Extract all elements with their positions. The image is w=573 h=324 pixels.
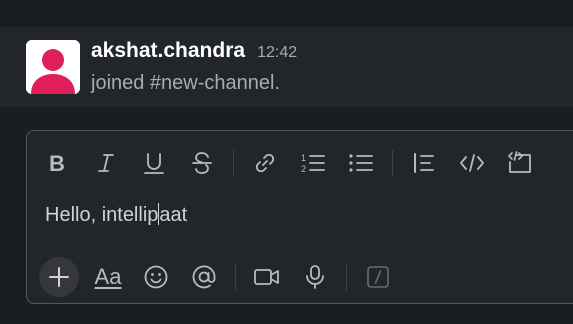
microphone-button[interactable] bbox=[298, 260, 332, 294]
emoji-button[interactable] bbox=[139, 260, 173, 294]
emoji-icon bbox=[144, 265, 168, 289]
composer-actions-toolbar: Aa bbox=[39, 257, 409, 297]
avatar[interactable] bbox=[26, 40, 80, 94]
shortcut-icon bbox=[367, 266, 389, 288]
attach-button[interactable] bbox=[39, 257, 79, 297]
toolbar-divider bbox=[233, 150, 234, 176]
mention-button[interactable] bbox=[187, 260, 221, 294]
bulleted-list-button[interactable] bbox=[344, 146, 378, 180]
message-header: akshat.chandra 12:42 bbox=[91, 39, 297, 63]
message-composer[interactable]: B 1 2 Hello, intellipaat Aa bbox=[26, 130, 573, 304]
microphone-icon bbox=[306, 265, 324, 289]
toolbar-divider bbox=[235, 263, 236, 291]
underline-button[interactable] bbox=[137, 146, 171, 180]
code-button[interactable] bbox=[455, 146, 489, 180]
formatting-toolbar: B 1 2 bbox=[41, 146, 551, 180]
code-block-icon bbox=[508, 151, 531, 173]
input-text-before-caret: Hello, intellip bbox=[45, 204, 159, 226]
username[interactable]: akshat.chandra bbox=[91, 39, 245, 63]
mention-icon bbox=[192, 265, 216, 289]
bulleted-list-icon bbox=[349, 154, 373, 172]
text-format-button[interactable]: Aa bbox=[91, 260, 125, 294]
svg-text:1: 1 bbox=[301, 153, 306, 163]
blockquote-icon bbox=[414, 153, 434, 173]
svg-text:2: 2 bbox=[301, 164, 306, 174]
video-icon bbox=[254, 269, 279, 285]
svg-text:B: B bbox=[49, 152, 65, 174]
top-strip bbox=[0, 0, 573, 27]
text-format-label: Aa bbox=[94, 264, 122, 289]
strikethrough-icon bbox=[192, 152, 212, 174]
italic-button[interactable] bbox=[89, 146, 123, 180]
input-text-after-caret: aat bbox=[159, 204, 188, 226]
shortcut-button[interactable] bbox=[361, 260, 395, 294]
link-button[interactable] bbox=[248, 146, 282, 180]
video-button[interactable] bbox=[250, 260, 284, 294]
code-icon bbox=[460, 154, 484, 172]
code-block-button[interactable] bbox=[503, 146, 537, 180]
blockquote-button[interactable] bbox=[407, 146, 441, 180]
user-silhouette-icon bbox=[26, 40, 80, 94]
bold-button[interactable]: B bbox=[41, 146, 75, 180]
toolbar-divider bbox=[392, 150, 393, 176]
message-text: joined #new-channel. bbox=[91, 72, 281, 94]
underline-icon bbox=[144, 153, 164, 174]
link-icon bbox=[255, 153, 275, 173]
plus-icon bbox=[49, 267, 69, 287]
strikethrough-button[interactable] bbox=[185, 146, 219, 180]
message-input[interactable]: Hello, intellipaat bbox=[45, 203, 187, 227]
timestamp[interactable]: 12:42 bbox=[257, 44, 297, 62]
message-row: akshat.chandra 12:42 joined #new-channel… bbox=[0, 27, 573, 107]
ordered-list-icon: 1 2 bbox=[301, 153, 325, 174]
ordered-list-button[interactable]: 1 2 bbox=[296, 146, 330, 180]
bold-icon: B bbox=[49, 152, 65, 174]
toolbar-divider bbox=[346, 263, 347, 291]
italic-icon bbox=[98, 154, 114, 172]
